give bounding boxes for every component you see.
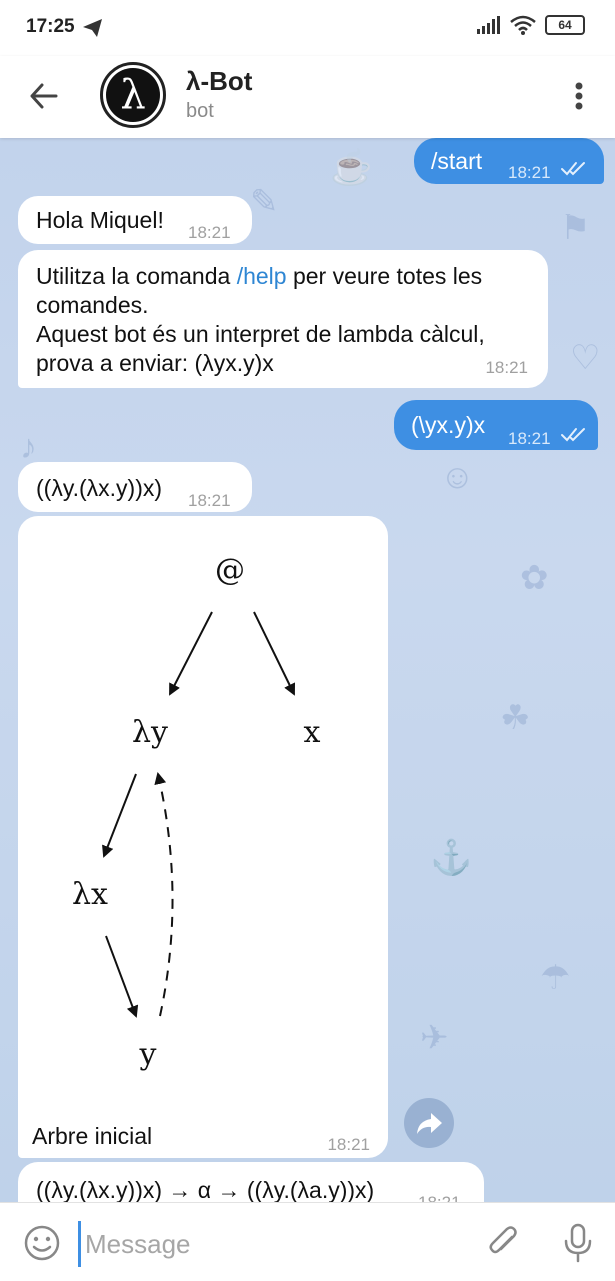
battery-icon: 64 [545,15,585,35]
message-text: /start [431,148,483,174]
message-time: 18:21 [327,1135,370,1154]
tree-node-y: y [139,1037,157,1072]
message-text: (\yx.y)x [411,412,486,438]
message-incoming-parsed[interactable]: ((λy.(λx.y))x) 18:21 [18,462,252,512]
doodle-icon: ✈ [420,1019,449,1057]
message-time: 18:21 [485,358,528,377]
chat-title[interactable]: λ-Bot [186,66,252,97]
doodle-icon: ⚓ [430,839,473,877]
avatar[interactable]: λ [100,62,166,128]
chat-header: λ λ-Bot bot [0,56,615,138]
message-time: 18:21 [188,491,231,510]
message-input[interactable] [78,1221,467,1267]
message-incoming-tree-image[interactable]: @ λy x λx y Arbre inicial 18:21 [18,516,388,1158]
message-text-part: Aquest bot és un interpret de lambda càl… [36,321,485,376]
signal-icon [477,16,500,34]
message-time: 18:21 [188,223,231,242]
message-incoming-alpha-conversion[interactable]: ((λy.(λx.y))x) → α → ((λy.(λa.y))x) 18:2… [18,1162,484,1202]
message-text: ((λy.(λx.y))x) → α → ((λy.(λa.y))x) [36,1177,375,1202]
double-check-icon [561,162,585,176]
doodle-icon: ✎ [250,183,279,221]
message-text: Utilitza la comanda /help per veure tote… [36,262,536,378]
tree-node-lambda-x: λx [72,877,108,912]
share-button[interactable] [404,1098,454,1148]
message-text-part: Utilitza la comanda [36,263,237,289]
message-incoming-greeting[interactable]: Hola Miquel! 18:21 [18,196,252,244]
syntax-tree-image: @ λy x λx y [72,553,321,1072]
tree-edge [253,611,296,696]
emoji-icon[interactable] [22,1223,62,1263]
double-check-icon [561,428,585,442]
tree-edge [169,611,213,696]
tree-node-x: x [304,715,321,750]
doodle-icon: ☕ [330,149,373,187]
tree-edge [102,773,137,858]
doodle-icon: ♪ [20,428,37,466]
status-time: 17:25 [26,16,75,37]
back-arrow-icon[interactable] [26,78,62,114]
message-text: ((λy.(λx.y))x) [36,475,163,501]
message-incoming-help[interactable]: Utilitza la comanda /help per veure tote… [18,250,548,388]
share-arrow-icon [417,1113,442,1134]
status-icons: 64 [475,14,585,36]
avatar-lambda-glyph: λ [106,68,160,122]
doodle-icon: ⚑ [560,209,591,247]
message-outgoing-expression[interactable]: (\yx.y)x 18:21 [394,400,598,450]
tree-node-lambda-y: λy [132,715,168,750]
message-time: 18:21 [508,429,551,448]
chat-subtitle: bot [186,100,214,122]
tree-back-edge [154,772,174,1017]
status-bar: 17:25 64 [0,0,615,56]
image-caption: Arbre inicial [32,1123,153,1149]
telegram-send-icon [83,19,102,37]
tree-node-root: @ [215,553,245,588]
wifi-icon [510,15,536,35]
message-time: 18:21 [508,163,551,182]
attach-paperclip-icon[interactable] [484,1223,524,1263]
doodle-icon: ☂ [540,959,571,997]
doodle-icon: ♡ [570,339,601,377]
help-command-link[interactable]: /help [237,263,287,289]
message-text: Hola Miquel! [36,207,164,233]
doodle-icon: ☘ [500,699,531,737]
more-menu-icon[interactable] [565,78,593,114]
doodle-icon: ✿ [520,559,549,597]
tree-edge [105,935,139,1018]
chat-area[interactable]: ☕ ✎ ⚑ ♡ ☺ ✿ ☘ ⚓ ☂ ✈ ♪ /start 18:21 Hola … [0,138,615,1202]
message-outgoing-start[interactable]: /start 18:21 [414,138,604,184]
message-time: 18:21 [418,1188,461,1202]
microphone-icon[interactable] [560,1221,596,1265]
message-input-bar [0,1202,615,1281]
doodle-icon: ☺ [440,458,475,496]
